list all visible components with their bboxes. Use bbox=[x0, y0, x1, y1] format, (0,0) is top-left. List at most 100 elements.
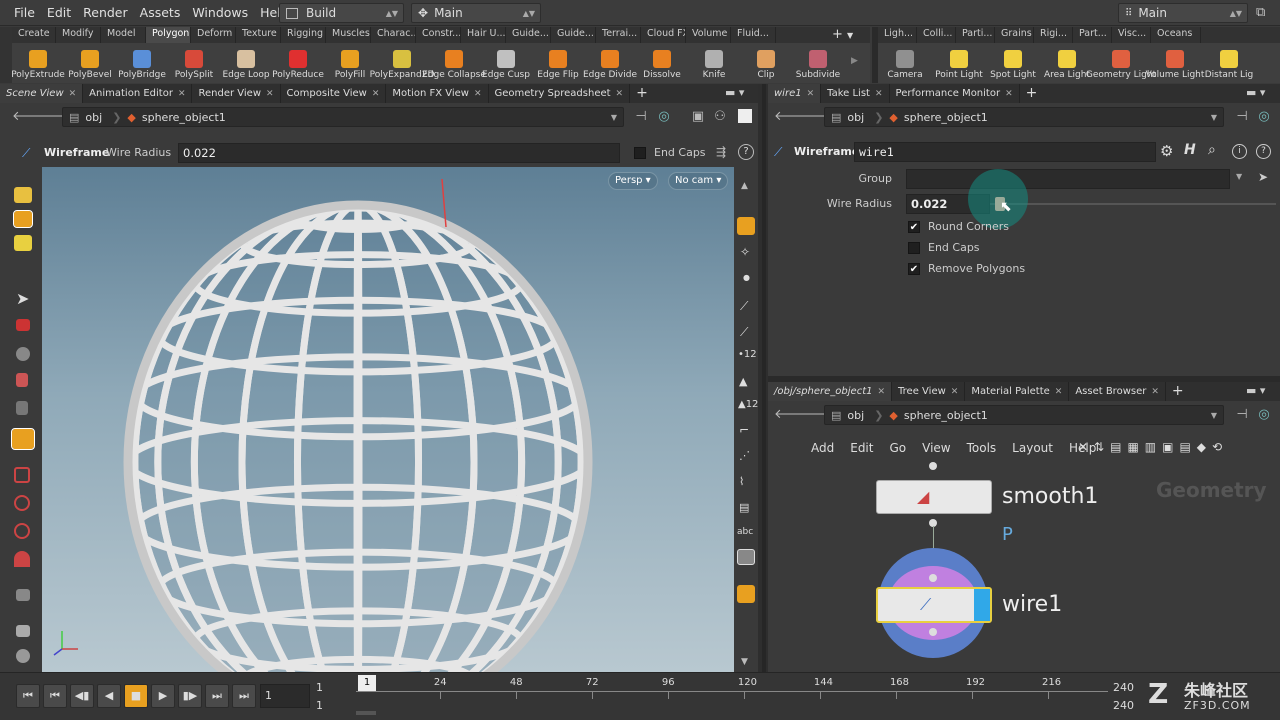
dropdown-arrow-icon[interactable]: ▼ bbox=[1236, 172, 1242, 181]
snap-point-icon[interactable] bbox=[14, 523, 30, 539]
back-arrow-icon[interactable]: 🡐 bbox=[774, 109, 809, 125]
op-endcaps-checkbox[interactable] bbox=[634, 147, 646, 159]
close-tab-icon[interactable]: ✕ bbox=[266, 89, 274, 99]
shelf-tool-button[interactable]: Spot Light bbox=[986, 43, 1040, 83]
network-menu-item[interactable]: Tools bbox=[959, 441, 1005, 455]
op-radius-field[interactable]: 0.022 bbox=[178, 143, 620, 163]
uv-icon[interactable]: ⌐ bbox=[739, 423, 749, 437]
ghost-icon[interactable]: ▤ bbox=[739, 501, 749, 514]
pane-menu-icon[interactable]: ▬ ▾ bbox=[1246, 86, 1265, 99]
tool-c-icon[interactable] bbox=[16, 649, 30, 663]
shelf-tool-button[interactable]: PolyReduce bbox=[272, 43, 324, 83]
shelf-tool-button[interactable]: Dissolve bbox=[636, 43, 688, 83]
back-arrow-icon[interactable]: 🡐 bbox=[774, 407, 809, 423]
forward-arrow-icon[interactable]: 🡒 bbox=[798, 407, 833, 423]
close-tab-icon[interactable]: ✕ bbox=[875, 89, 883, 99]
play-reverse-icon[interactable]: ◀ bbox=[97, 684, 121, 708]
shelf-tool-button[interactable]: PolyBevel bbox=[64, 43, 116, 83]
radius-slider-track[interactable] bbox=[990, 203, 1276, 205]
pane-tab[interactable]: Composite View ✕ bbox=[281, 84, 387, 103]
smooth1-node[interactable]: ◢ bbox=[876, 480, 992, 514]
pane-menu-icon[interactable]: ▬ ▾ bbox=[725, 86, 744, 99]
shelf-tab[interactable]: Constr... bbox=[416, 27, 461, 43]
select-arrow-icon[interactable]: ➤ bbox=[1258, 170, 1268, 184]
point-numbers-icon[interactable]: •12 bbox=[738, 349, 757, 360]
point-normal-icon[interactable]: ⟋ bbox=[740, 325, 748, 340]
camera-view-icon[interactable]: ⚇ bbox=[712, 109, 728, 125]
menu-windows[interactable]: Windows bbox=[186, 5, 254, 20]
shelf-tab[interactable]: Muscles bbox=[326, 27, 371, 43]
display-options-icon[interactable] bbox=[737, 217, 755, 235]
pane-menu-icon[interactable]: ▬ ▾ bbox=[1246, 384, 1265, 397]
close-tab-icon[interactable]: ✕ bbox=[616, 89, 624, 99]
close-tab-icon[interactable]: ✕ bbox=[474, 89, 482, 99]
lighting-icon[interactable]: ✧ bbox=[740, 245, 750, 259]
shelf-tab[interactable]: Rigi... bbox=[1034, 27, 1073, 43]
current-frame-marker[interactable]: 1 bbox=[358, 675, 376, 691]
help-icon[interactable]: ? bbox=[738, 144, 754, 160]
close-tab-icon[interactable]: ✕ bbox=[372, 89, 380, 99]
shelf-tab[interactable]: Modify bbox=[56, 27, 101, 43]
persp-button[interactable]: Persp ▾ bbox=[608, 172, 658, 190]
shelf-tool-button[interactable]: Edge Cusp bbox=[480, 43, 532, 83]
range-slider[interactable] bbox=[356, 711, 376, 715]
pane-tab[interactable]: Geometry Spreadsheet ✕ bbox=[489, 84, 631, 103]
shelf-tab[interactable]: Rigging bbox=[281, 27, 326, 43]
pane-tab[interactable]: Asset Browser ✕ bbox=[1069, 382, 1166, 401]
play-icon[interactable]: ▶ bbox=[151, 684, 175, 708]
shelf-tool-button[interactable]: PolyExpand2D bbox=[370, 43, 434, 83]
forward-arrow-icon[interactable]: 🡒 bbox=[798, 109, 833, 125]
shelf-tab[interactable]: Volume bbox=[686, 27, 731, 43]
round-corners-checkbox[interactable]: ✔ bbox=[908, 221, 920, 233]
node-output-port[interactable] bbox=[929, 628, 937, 636]
frame-field[interactable]: 1 bbox=[260, 684, 310, 708]
network-menu-item[interactable]: Go bbox=[881, 441, 914, 455]
shelf-scroll-icon[interactable]: ▶ bbox=[851, 56, 858, 66]
right-main-combo[interactable]: ⠿ Main ▲▼ bbox=[1118, 3, 1248, 23]
pane-tab[interactable]: Render View ✕ bbox=[192, 84, 281, 103]
pane-tab[interactable]: Scene View ✕ bbox=[0, 84, 84, 103]
shelf-tab[interactable]: Terrai... bbox=[596, 27, 641, 43]
menu-assets[interactable]: Assets bbox=[134, 5, 187, 20]
pin-icon[interactable]: ⊣ bbox=[633, 109, 649, 125]
desktop-combo[interactable]: Build ▲▼ bbox=[279, 3, 404, 23]
shelf-tab[interactable]: Colli... bbox=[917, 27, 956, 43]
shelf-tool-button[interactable]: PolyExtrude bbox=[11, 43, 65, 83]
wire1-node[interactable]: ⟋ bbox=[876, 587, 992, 623]
link-icon[interactable]: ◎ bbox=[1256, 109, 1272, 125]
point-display-icon[interactable]: ● bbox=[743, 273, 750, 282]
pointer-icon[interactable]: ➤ bbox=[16, 289, 29, 308]
shelf-tab[interactable]: Fluid... bbox=[731, 27, 776, 43]
shelf-tab[interactable]: Part... bbox=[1073, 27, 1112, 43]
hscript-icon[interactable]: H bbox=[1184, 142, 1196, 158]
shelf-tab[interactable]: Deform bbox=[191, 27, 236, 43]
handle-settings-icon[interactable]: ⇶ bbox=[716, 145, 726, 159]
shelf-tab[interactable]: Cloud FX bbox=[641, 27, 686, 43]
add-tab-icon[interactable]: + bbox=[1020, 84, 1044, 103]
shelf-tab[interactable]: Oceans bbox=[1151, 27, 1201, 43]
magnet-icon[interactable] bbox=[14, 551, 30, 567]
start-frame[interactable]: 1 bbox=[316, 681, 323, 694]
viewport-path-field[interactable]: ▤ obj ❯ ◆ sphere_object1 ▼ bbox=[62, 107, 624, 127]
shelf-tab[interactable]: Hair U... bbox=[461, 27, 506, 43]
step-back-icon[interactable]: ◀▮ bbox=[70, 684, 94, 708]
scroll-down-icon[interactable]: ▼ bbox=[741, 657, 748, 667]
pane-tab[interactable]: Animation Editor ✕ bbox=[83, 84, 193, 103]
handle-icon[interactable] bbox=[11, 428, 35, 450]
camera-button[interactable]: No cam ▾ bbox=[668, 172, 729, 190]
snap-grid-icon[interactable] bbox=[14, 467, 30, 483]
shelf-tool-button[interactable]: PolyBridge bbox=[116, 43, 168, 83]
display-flag-icon[interactable] bbox=[974, 589, 990, 621]
select-point-icon[interactable] bbox=[13, 210, 33, 228]
wire-display-icon[interactable]: ⌇ bbox=[739, 475, 744, 488]
jump-end-icon[interactable]: ⏭ bbox=[232, 684, 256, 708]
network-menu-item[interactable]: View bbox=[914, 441, 958, 455]
tool-a-icon[interactable] bbox=[16, 589, 30, 601]
close-tab-icon[interactable]: ✕ bbox=[951, 387, 959, 397]
network-menu-item[interactable]: Edit bbox=[842, 441, 881, 455]
close-tab-icon[interactable]: ✕ bbox=[1005, 89, 1013, 99]
prim-numbers-icon[interactable]: ▲12 bbox=[738, 399, 758, 410]
param-node-name[interactable]: wire1 bbox=[854, 142, 1156, 162]
transform-icon[interactable] bbox=[16, 401, 28, 415]
normal-display-icon[interactable]: ⟋ bbox=[740, 299, 748, 314]
